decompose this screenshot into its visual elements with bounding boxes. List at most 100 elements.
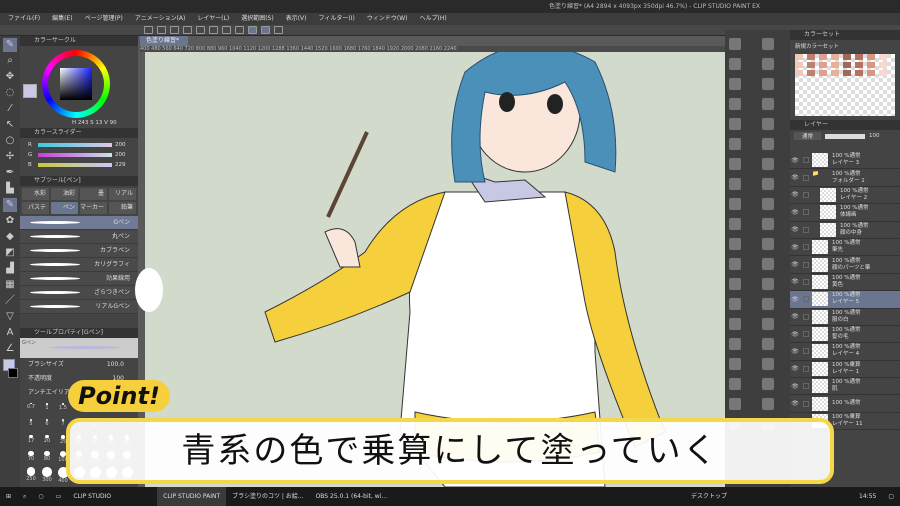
eye-icon[interactable]: 👁 [790, 400, 800, 407]
zoom-icon[interactable]: ⌕ [3, 54, 17, 68]
color-swatch[interactable] [831, 54, 839, 60]
color-swatch[interactable] [855, 54, 863, 60]
color-swatch[interactable] [867, 70, 875, 76]
menu-item[interactable]: アニメーション(A) [135, 13, 186, 25]
notification-icon[interactable]: ▢ [882, 487, 900, 506]
panel-icon[interactable] [761, 358, 774, 370]
brush-item[interactable]: リアルGペン [20, 300, 138, 314]
g-slider[interactable] [38, 153, 112, 157]
layer-item[interactable]: 👁 100 %通常 顔の中身 [790, 222, 900, 239]
brush-item[interactable]: ざらつきペン [20, 286, 138, 300]
color-swatch[interactable] [855, 70, 863, 76]
panel-icon[interactable] [761, 218, 774, 230]
panel-icon[interactable] [761, 98, 774, 110]
tool-property-header[interactable]: ツールプロパティ[Gペン] [20, 328, 138, 338]
brush-size-option[interactable]: 1 [39, 403, 55, 419]
color-swatch[interactable] [843, 62, 851, 68]
panel-icon[interactable] [761, 298, 774, 310]
panel-icon[interactable] [729, 158, 741, 170]
layer-checkbox[interactable] [803, 296, 809, 303]
brush-size-option[interactable]: 300 [39, 467, 55, 483]
r-slider[interactable] [38, 143, 112, 147]
panel-icon[interactable] [729, 258, 741, 270]
layer-item[interactable]: 👁 100 %乗算 レイヤー 1 [790, 361, 900, 379]
brush-size-option[interactable]: 5 [23, 419, 39, 435]
panel-icon[interactable] [761, 318, 774, 330]
panel-icon[interactable] [729, 298, 741, 310]
figure-icon[interactable]: ／ [3, 294, 17, 308]
layer-item[interactable]: 👁 100 %通常 黄色 [790, 274, 900, 292]
color-swatch[interactable] [819, 62, 827, 68]
brush-size-option[interactable]: 0.7 [23, 403, 39, 419]
menu-item[interactable]: ページ管理(P) [85, 13, 123, 25]
subtool-group-button[interactable]: 油彩 [51, 188, 78, 200]
start-icon[interactable]: ⊞ [0, 487, 17, 506]
eye-icon[interactable]: 👁 [790, 331, 800, 338]
color-swatch[interactable] [879, 70, 887, 76]
sub-color-swatch[interactable] [8, 368, 18, 378]
layer-checkbox[interactable] [803, 209, 809, 216]
layer-checkbox[interactable] [803, 313, 809, 320]
taskbar-item[interactable]: OBS 25.0.1 (64-bit, wi... [310, 487, 394, 506]
panel-icon[interactable] [761, 238, 774, 250]
brush-size-option[interactable]: 250 [23, 467, 39, 483]
color-circle-header[interactable]: カラーサークル [20, 36, 138, 46]
layer-item[interactable]: 👁 📁 100 %通常 フォルダー 1 [790, 169, 900, 187]
color-swatch[interactable] [807, 54, 815, 60]
brush-item[interactable]: カリグラフィ [20, 258, 138, 272]
subtool-group-button[interactable]: リアル [109, 188, 136, 200]
layer-item[interactable]: 👁 100 %通常肌 [790, 378, 900, 396]
panel-icon[interactable] [729, 198, 741, 210]
eye-icon[interactable]: 👁 [790, 157, 800, 164]
color-swatch[interactable] [867, 54, 875, 60]
brush-size-option[interactable]: 80 [39, 451, 55, 467]
eye-icon[interactable]: 👁 [790, 348, 800, 355]
color-swatch[interactable] [867, 62, 875, 68]
task-view-icon[interactable]: ▭ [50, 487, 68, 506]
panel-icon[interactable] [729, 218, 741, 230]
brush-size-field[interactable]: ブラシサイズ 100.0 [20, 358, 138, 372]
panel-icon[interactable] [729, 318, 741, 330]
snap-ruler-icon[interactable] [261, 26, 271, 34]
snap-icon[interactable] [248, 26, 258, 34]
color-set-swatches[interactable] [795, 54, 895, 116]
panel-icon[interactable] [761, 58, 774, 70]
color-swatch[interactable] [855, 62, 863, 68]
text-icon[interactable]: A [3, 326, 17, 340]
layer-checkbox[interactable] [803, 400, 809, 407]
panel-icon[interactable] [729, 178, 741, 190]
settings-icon[interactable] [274, 26, 284, 34]
panel-icon[interactable] [729, 398, 741, 410]
subtool-group-button[interactable]: 水彩 [22, 188, 49, 200]
layer-header[interactable]: レイヤー [790, 120, 900, 130]
menu-item[interactable]: フィルター(I) [319, 13, 355, 25]
eye-icon[interactable]: 👁 [790, 244, 800, 251]
eye-icon[interactable]: 👁 [790, 191, 800, 198]
gradient-icon[interactable]: ▦ [3, 278, 17, 292]
subtool-group-button[interactable]: 墨 [80, 188, 107, 200]
panel-icon[interactable] [729, 278, 741, 290]
layer-item[interactable]: 👁 100 %通常 服の白 [790, 309, 900, 326]
layer-item[interactable]: 👁 100 %通常 顔のパーツと筆 [790, 256, 900, 274]
layer-checkbox[interactable] [803, 331, 809, 338]
color-swatch[interactable] [831, 62, 839, 68]
eye-icon[interactable]: 👁 [790, 296, 800, 303]
layer-checkbox[interactable] [803, 191, 809, 198]
menu-item[interactable]: 表示(V) [286, 13, 307, 25]
brush-icon[interactable]: ✎ [3, 198, 17, 212]
menu-item[interactable]: 選択範囲(S) [241, 13, 274, 25]
panel-icon[interactable] [761, 198, 774, 210]
color-swatch[interactable] [807, 62, 815, 68]
color-swatch[interactable] [795, 62, 803, 68]
layer-checkbox[interactable] [803, 226, 809, 233]
eye-icon[interactable]: 👁 [790, 261, 800, 268]
color-circle[interactable]: H 243 S 13 V 90 [20, 46, 138, 128]
layer-item[interactable]: 👁 100 %通常 筆先 [790, 239, 900, 257]
color-swatch[interactable] [795, 54, 803, 60]
panel-icon[interactable] [729, 138, 741, 150]
color-swatch[interactable] [879, 54, 887, 60]
menu-item[interactable]: ファイル(F) [8, 13, 40, 25]
blend-mode-select[interactable]: 通常 [794, 132, 822, 140]
taskbar-item[interactable]: ブラシ塗りのコツ | お絵... [226, 487, 309, 506]
lasso-icon[interactable]: ◌ [3, 86, 17, 100]
